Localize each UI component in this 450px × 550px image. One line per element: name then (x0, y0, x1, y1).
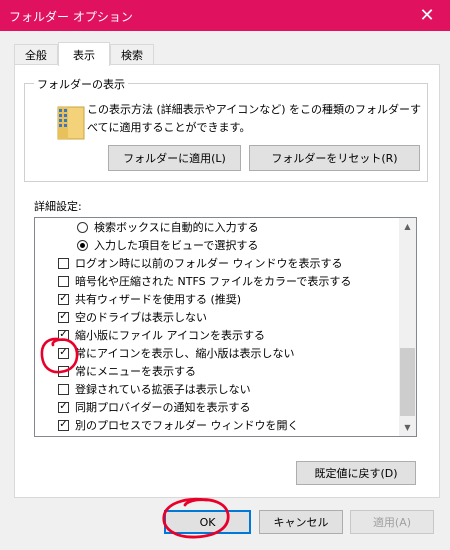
advanced-setting-item[interactable]: 検索ボックスに自動的に入力する (77, 218, 259, 236)
advanced-settings-label: 詳細設定: (34, 200, 82, 213)
scroll-up-arrow-icon[interactable]: ▲ (399, 218, 416, 235)
cancel-label: キャンセル (273, 516, 329, 529)
title-bar: フォルダー オプション ✕ (0, 0, 450, 31)
advanced-setting-label: 保護されたオペレーティング システム ファイルを表示しない (推奨) (75, 435, 412, 436)
advanced-setting-label: 同期プロバイダーの通知を表示する (75, 401, 251, 414)
radio-selected[interactable] (77, 239, 88, 251)
advanced-setting-label: 別のプロセスでフォルダー ウィンドウを開く (75, 419, 299, 432)
reset-folders-button[interactable]: フォルダーをリセット(R) (249, 145, 420, 171)
restore-defaults-button[interactable]: 既定値に戻す(D) (296, 461, 416, 485)
scroll-down-arrow-icon[interactable]: ▼ (399, 419, 416, 436)
tab-view-label: 表示 (73, 48, 95, 62)
radio-unselected[interactable] (77, 221, 88, 233)
advanced-settings-tree[interactable]: 検索ボックスに自動的に入力する 入力した項目をビューで選択するログオン時に以前のフ… (34, 217, 417, 437)
advanced-setting-item[interactable]: 登録されている拡張子は表示しない (58, 380, 251, 398)
apply-label: 適用(A) (372, 516, 412, 529)
advanced-setting-label: 常にアイコンを表示し、縮小版は表示しない (75, 347, 295, 360)
advanced-setting-item[interactable]: ✓ 共有ウィザードを使用する (推奨) (58, 290, 241, 308)
tab-general[interactable]: 全般 (14, 44, 58, 64)
advanced-setting-item[interactable]: 保護されたオペレーティング システム ファイルを表示しない (推奨) (58, 434, 412, 436)
apply-to-folders-button[interactable]: フォルダーに適用(L) (108, 145, 241, 171)
advanced-setting-label: ログオン時に以前のフォルダー ウィンドウを表示する (75, 257, 343, 270)
window-title: フォルダー オプション (9, 10, 133, 24)
cancel-button[interactable]: キャンセル (259, 510, 343, 534)
ok-label: OK (199, 515, 216, 529)
tab-search[interactable]: 検索 (110, 44, 154, 64)
tab-view[interactable]: 表示 (58, 42, 110, 66)
apply-to-folders-label: フォルダーに適用(L) (123, 152, 226, 165)
advanced-setting-label: 縮小版にファイル アイコンを表示する (75, 329, 265, 342)
scroll-thumb[interactable] (400, 348, 415, 416)
advanced-setting-label: 空のドライブは表示しない (75, 311, 207, 324)
checkbox-checked[interactable]: ✓ (58, 419, 69, 431)
tab-general-label: 全般 (25, 48, 47, 62)
advanced-setting-item[interactable]: 入力した項目をビューで選択する (77, 236, 258, 254)
ok-button[interactable]: OK (164, 510, 251, 534)
tree-scrollbar[interactable]: ▲ ▼ (399, 218, 416, 436)
apply-button[interactable]: 適用(A) (350, 510, 434, 534)
advanced-setting-item[interactable]: 常にメニューを表示する (58, 362, 196, 380)
advanced-setting-label: 常にメニューを表示する (75, 365, 196, 378)
advanced-setting-item[interactable]: ✓ 空のドライブは表示しない (58, 308, 207, 326)
checkbox-checked[interactable]: ✓ (58, 329, 69, 341)
advanced-setting-item[interactable]: ✓ 別のプロセスでフォルダー ウィンドウを開く (58, 416, 299, 434)
reset-folders-label: フォルダーをリセット(R) (271, 152, 398, 165)
checkbox-unchecked[interactable] (58, 383, 69, 395)
advanced-setting-item[interactable]: ✓ 縮小版にファイル アイコンを表示する (58, 326, 265, 344)
checkbox-checked[interactable]: ✓ (58, 401, 69, 413)
advanced-setting-item[interactable]: ✓ 同期プロバイダーの通知を表示する (58, 398, 251, 416)
checkbox-checked[interactable]: ✓ (58, 293, 69, 305)
close-icon[interactable]: ✕ (404, 0, 450, 31)
checkbox-unchecked[interactable] (58, 365, 69, 377)
advanced-setting-label: 入力した項目をビューで選択する (94, 239, 259, 252)
checkbox-unchecked[interactable] (58, 275, 69, 287)
advanced-setting-item[interactable]: 暗号化や圧縮された NTFS ファイルをカラーで表示する (58, 272, 351, 290)
folder-view-legend: フォルダーの表示 (34, 76, 128, 92)
folder-icon (57, 106, 85, 140)
restore-defaults-label: 既定値に戻す(D) (314, 467, 398, 480)
checkbox-unchecked[interactable] (58, 257, 69, 269)
advanced-setting-item[interactable]: ログオン時に以前のフォルダー ウィンドウを表示する (58, 254, 343, 272)
advanced-setting-item[interactable]: ✓ 常にアイコンを表示し、縮小版は表示しない (58, 344, 294, 362)
advanced-setting-label: 共有ウィザードを使用する (推奨) (75, 293, 242, 306)
tab-search-label: 検索 (121, 48, 143, 62)
checkbox-checked[interactable]: ✓ (58, 347, 69, 359)
advanced-setting-label: 暗号化や圧縮された NTFS ファイルをカラーで表示する (75, 275, 352, 288)
advanced-setting-label: 登録されている拡張子は表示しない (75, 383, 251, 396)
advanced-setting-label: 検索ボックスに自動的に入力する (94, 221, 259, 234)
checkbox-checked[interactable]: ✓ (58, 311, 69, 323)
folder-view-description: この表示方法 (詳細表示やアイコンなど) をこの種類のフォルダーすべてに適用する… (87, 103, 422, 134)
